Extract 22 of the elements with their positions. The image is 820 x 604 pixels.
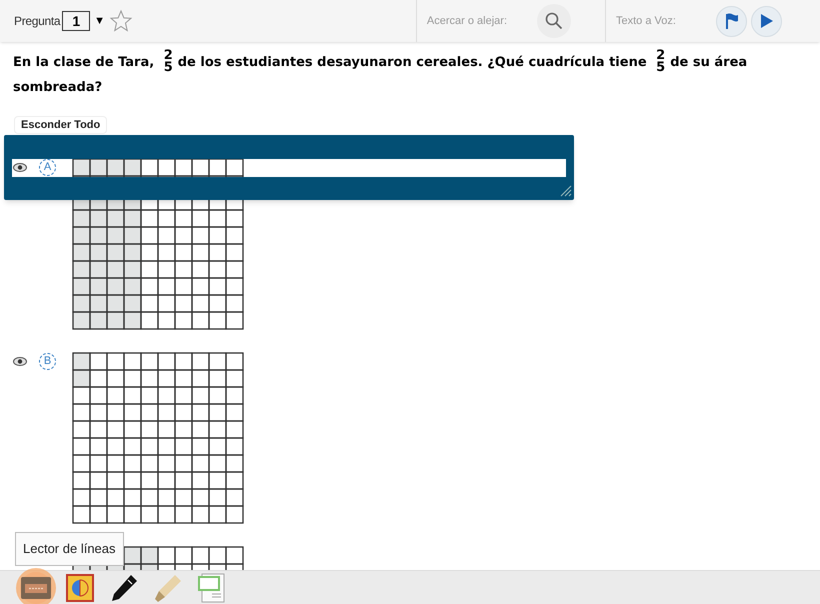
play-button[interactable]	[751, 6, 782, 36]
tooltip: Lector de líneas	[15, 532, 124, 566]
zoom-label: Acercar o alejar:	[426, 14, 507, 29]
star-icon[interactable]	[109, 9, 133, 33]
speech-settings-button[interactable]	[716, 6, 747, 36]
hide-all-button[interactable]: Esconder Todo	[14, 116, 108, 134]
line-reader-overlay[interactable]	[4, 135, 574, 200]
contrast-icon[interactable]	[66, 574, 94, 602]
zoom-button[interactable]	[537, 4, 571, 38]
play-icon	[760, 13, 774, 29]
flag-icon	[724, 12, 740, 30]
text-card-icon[interactable]	[21, 576, 51, 598]
text-to-speech-label: Texto a Voz:	[616, 14, 677, 29]
search-icon	[545, 12, 563, 30]
eye-icon[interactable]	[13, 356, 27, 366]
resize-grip-icon[interactable]	[560, 185, 572, 197]
question-number-field[interactable]: 1	[62, 11, 90, 31]
pen-icon[interactable]	[109, 572, 139, 602]
question-label: Pregunta	[14, 13, 60, 30]
dropdown-arrow[interactable]: ▼	[94, 12, 105, 30]
eye-icon[interactable]	[13, 162, 27, 172]
option-letter[interactable]: B	[39, 352, 56, 370]
